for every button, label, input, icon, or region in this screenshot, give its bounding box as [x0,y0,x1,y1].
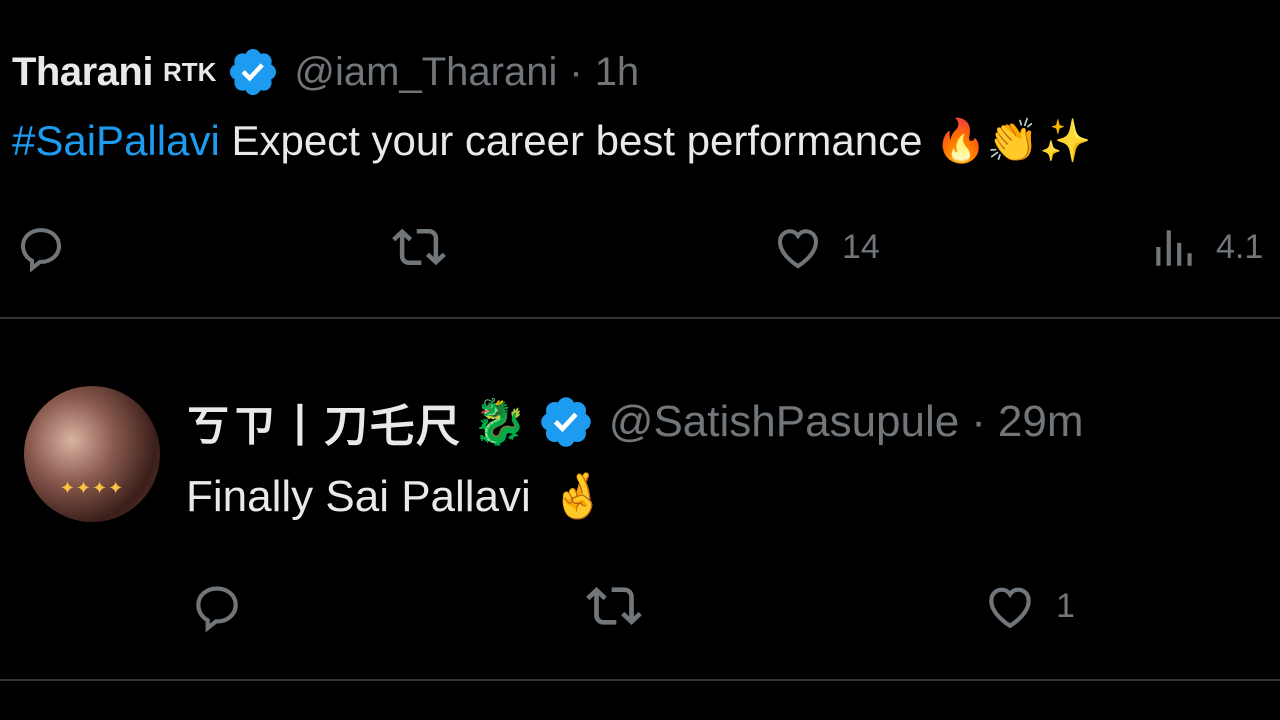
retweet-icon [586,587,642,625]
like-button[interactable]: 1 [980,578,1075,634]
timestamp[interactable]: 29m [998,397,1084,447]
tweet-header: ㄎㄗ丨刀乇尺 🐉 @SatishPasupule · 29m [186,392,1083,452]
reply-icon [196,586,238,633]
tweet-divider [0,679,1280,681]
tweet-header: Tharani RTK @iam_Tharani · 1h [12,46,639,98]
separator-dot: · [569,49,583,94]
heart-icon [777,229,819,269]
tweet-text: #SaiPallavi Expect your career best perf… [12,116,1091,166]
retweet-icon [392,228,446,266]
analytics-icon [1156,230,1192,266]
retweet-button[interactable] [388,220,450,274]
tweet[interactable]: Tharani RTK @iam_Tharani · 1h #SaiPallav… [0,0,1280,318]
reply-button[interactable] [14,220,68,274]
reply-button[interactable] [188,578,246,634]
display-name[interactable]: ㄎㄗ丨刀乇尺 [186,390,462,454]
tweet-text: Finally Sai Pallavi 🤞 [186,470,606,522]
avatar-decoration: ✦✦✦✦ [59,478,125,498]
separator-dot: · [971,397,986,446]
tweet-body-text: Expect your career best performance [219,117,923,164]
like-count: 14 [842,227,880,266]
tweet-actions: 14 4.1 [0,212,1280,282]
crossed-fingers-emoji: 🤞 [550,471,606,522]
reply-icon [20,228,62,273]
emoji-fire-clap-sparkles: 🔥👏✨ [934,116,1092,165]
views-button[interactable]: 4.1 [1150,220,1263,274]
hashtag-link[interactable]: #SaiPallavi [12,117,220,164]
timestamp[interactable]: 1h [595,50,640,95]
like-button[interactable]: 14 [770,220,880,274]
user-handle[interactable]: @iam_Tharani [294,50,557,95]
display-name[interactable]: Tharani [12,50,153,95]
tweet-divider [0,317,1280,319]
view-count: 4.1 [1216,227,1264,266]
tweet-actions: 1 [0,570,1280,640]
heart-icon [989,587,1031,629]
verified-badge-icon [537,393,595,451]
avatar[interactable]: ✦✦✦✦ [24,386,160,522]
verified-badge-icon [226,45,280,99]
dragon-emoji: 🐉 [472,397,527,448]
tweet-body-text: Finally Sai Pallavi [186,472,531,521]
display-name-suffix[interactable]: RTK [163,57,216,88]
retweet-button[interactable] [582,578,646,634]
user-handle[interactable]: @SatishPasupule [609,397,959,447]
like-count: 1 [1056,586,1075,625]
